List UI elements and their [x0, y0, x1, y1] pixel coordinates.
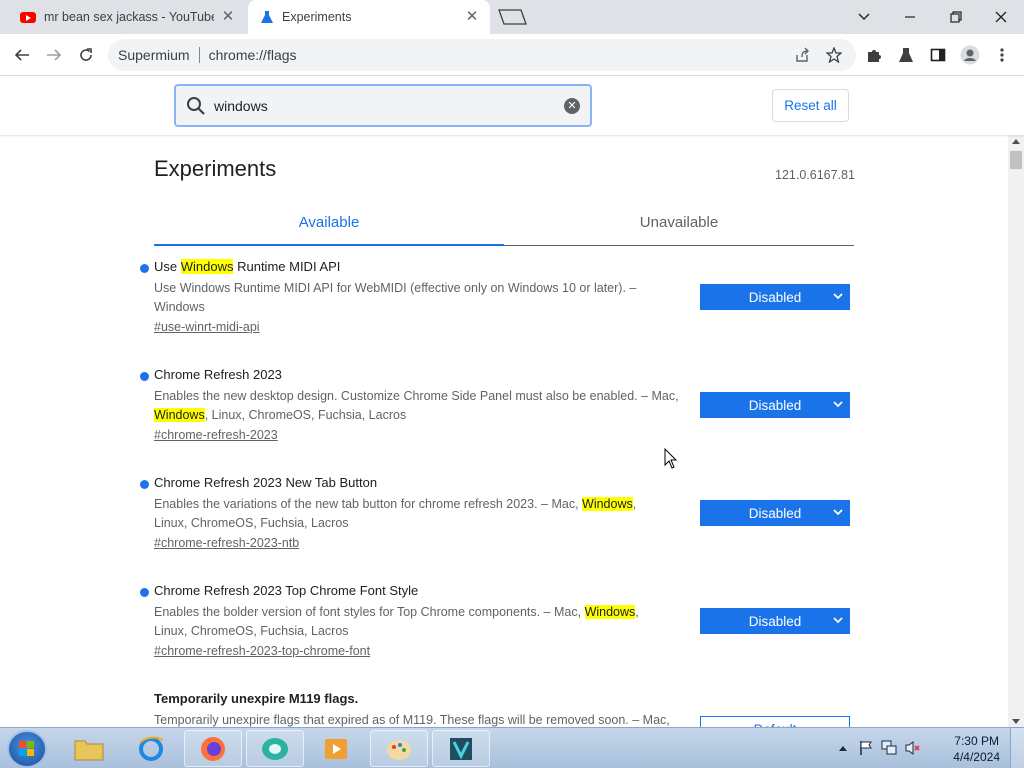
active-tab-underline — [154, 244, 504, 246]
flag-permalink[interactable]: #chrome-refresh-2023 — [154, 428, 278, 442]
taskbar-explorer[interactable] — [60, 730, 118, 767]
url-text: chrome://flags — [208, 47, 297, 63]
flag-permalink[interactable]: #chrome-refresh-2023-ntb — [154, 536, 299, 550]
tab-youtube[interactable]: mr bean sex jackass - YouTube ✕ — [8, 0, 246, 34]
windows-logo-icon — [19, 741, 34, 756]
taskbar-app[interactable] — [432, 730, 490, 767]
restore-icon[interactable] — [942, 4, 970, 30]
mouse-cursor-icon — [664, 448, 678, 469]
flag-permalink[interactable]: #chrome-refresh-2023-top-chrome-font — [154, 644, 370, 658]
tab-title: Experiments — [282, 10, 352, 24]
flag-name: Chrome Refresh 2023 New Tab Button — [154, 475, 378, 490]
tab-experiments[interactable]: Experiments ✕ — [248, 0, 490, 34]
firefox-icon — [201, 736, 225, 761]
scrollbar-thumb[interactable] — [1010, 151, 1022, 169]
paint-palette-icon — [387, 739, 411, 760]
supermium-icon — [262, 737, 288, 760]
taskbar-firefox[interactable] — [184, 730, 242, 767]
action-center-flag-icon[interactable] — [858, 740, 874, 756]
modified-dot — [140, 588, 149, 597]
search-input[interactable] — [214, 97, 554, 114]
forward-icon[interactable] — [40, 41, 68, 69]
reset-all-button[interactable]: Reset all — [772, 89, 849, 122]
application-icon — [450, 737, 472, 760]
flags-tabs: Available Unavailable — [154, 205, 854, 246]
close-tab-icon[interactable]: ✕ — [220, 9, 236, 25]
start-button[interactable] — [7, 730, 47, 768]
taskbar-media-player[interactable] — [308, 730, 366, 767]
chevron-down-icon — [833, 401, 843, 408]
extensions-puzzle-icon[interactable] — [860, 41, 888, 69]
flag-name: Temporarily unexpire M119 flags. — [154, 691, 359, 706]
labs-flask-icon[interactable] — [892, 41, 920, 69]
tab-title: mr bean sex jackass - YouTube — [44, 10, 214, 24]
show-desktop-button[interactable] — [1010, 728, 1024, 768]
close-tab-icon[interactable]: ✕ — [464, 9, 480, 25]
modified-dot — [140, 480, 149, 489]
reload-icon[interactable] — [72, 41, 100, 69]
search-icon — [187, 96, 205, 115]
flag-name: Chrome Refresh 2023 Top Chrome Font Styl… — [154, 583, 419, 598]
windows-taskbar: 7:30 PM 4/4/2024 — [0, 727, 1024, 768]
tab-available[interactable]: Available — [154, 214, 504, 231]
menu-kebab-icon[interactable] — [988, 41, 1016, 69]
taskbar-ie[interactable] — [122, 730, 180, 767]
browser-toolbar: Supermium chrome://flags — [0, 34, 1024, 76]
new-tab-icon[interactable] — [496, 9, 528, 25]
flag-description: Enables the new desktop design. Customiz… — [154, 389, 679, 422]
back-icon[interactable] — [8, 41, 36, 69]
flag-name: Use Windows Runtime MIDI API — [154, 259, 341, 274]
search-box[interactable]: ✕ — [174, 84, 592, 127]
system-tray: 7:30 PM 4/4/2024 — [834, 728, 1024, 768]
folder-icon — [74, 740, 104, 760]
flag-state-select[interactable]: Disabled — [700, 284, 850, 310]
network-icon[interactable] — [880, 739, 898, 757]
experiments-flask-icon — [261, 11, 273, 23]
flag-description: Enables the variations of the new tab bu… — [154, 497, 637, 530]
modified-dot — [140, 372, 149, 381]
scroll-up-arrow-icon[interactable] — [1012, 139, 1020, 144]
flag-permalink[interactable]: #use-winrt-midi-api — [154, 320, 260, 334]
site-label: Supermium — [118, 47, 190, 63]
flag-description: Use Windows Runtime MIDI API for WebMIDI… — [154, 281, 637, 314]
youtube-icon — [20, 11, 36, 23]
flag-state-select[interactable]: Disabled — [700, 608, 850, 634]
taskbar-clock[interactable]: 7:30 PM 4/4/2024 — [953, 733, 1000, 765]
show-hidden-icons-icon[interactable] — [838, 744, 848, 752]
flag-description: Temporarily unexpire flags that expired … — [154, 713, 670, 727]
internet-explorer-icon — [139, 736, 163, 761]
side-panel-icon[interactable] — [924, 41, 952, 69]
address-bar[interactable]: Supermium chrome://flags — [108, 39, 856, 71]
flags-search-header: ✕ Reset all — [0, 76, 1024, 135]
volume-muted-icon[interactable] — [904, 739, 922, 757]
chevron-down-icon — [833, 509, 843, 516]
page-title: Experiments — [154, 156, 277, 181]
taskbar-supermium[interactable] — [246, 730, 304, 767]
profile-avatar-icon[interactable] — [956, 41, 984, 69]
media-player-icon — [325, 738, 347, 759]
flag-description: Enables the bolder version of font style… — [154, 605, 639, 638]
tab-strip: mr bean sex jackass - YouTube ✕ Experime… — [0, 0, 1024, 34]
modified-dot — [140, 264, 149, 273]
taskbar-paint[interactable] — [370, 730, 428, 767]
flag-name: Chrome Refresh 2023 — [154, 367, 282, 382]
page-scrollbar[interactable] — [1008, 135, 1024, 727]
flag-state-select[interactable]: Disabled — [700, 392, 850, 418]
chevron-down-icon — [833, 293, 843, 300]
chevron-down-icon — [833, 617, 843, 624]
version-label: 121.0.6167.81 — [775, 168, 855, 182]
clear-search-icon[interactable]: ✕ — [564, 98, 580, 114]
tab-unavailable[interactable]: Unavailable — [504, 214, 854, 231]
minimize-icon[interactable] — [896, 4, 924, 30]
tab-search-icon[interactable] — [850, 4, 878, 30]
flag-state-select[interactable]: Default — [700, 716, 850, 727]
share-icon[interactable] — [788, 41, 816, 69]
flag-state-select[interactable]: Disabled — [700, 500, 850, 526]
close-window-icon[interactable] — [987, 4, 1015, 30]
scroll-down-arrow-icon[interactable] — [1012, 719, 1020, 724]
flags-content: Experiments 121.0.6167.81 Available Unav… — [0, 135, 1008, 727]
omnibox-divider — [198, 47, 200, 63]
bookmark-star-icon[interactable] — [820, 41, 848, 69]
